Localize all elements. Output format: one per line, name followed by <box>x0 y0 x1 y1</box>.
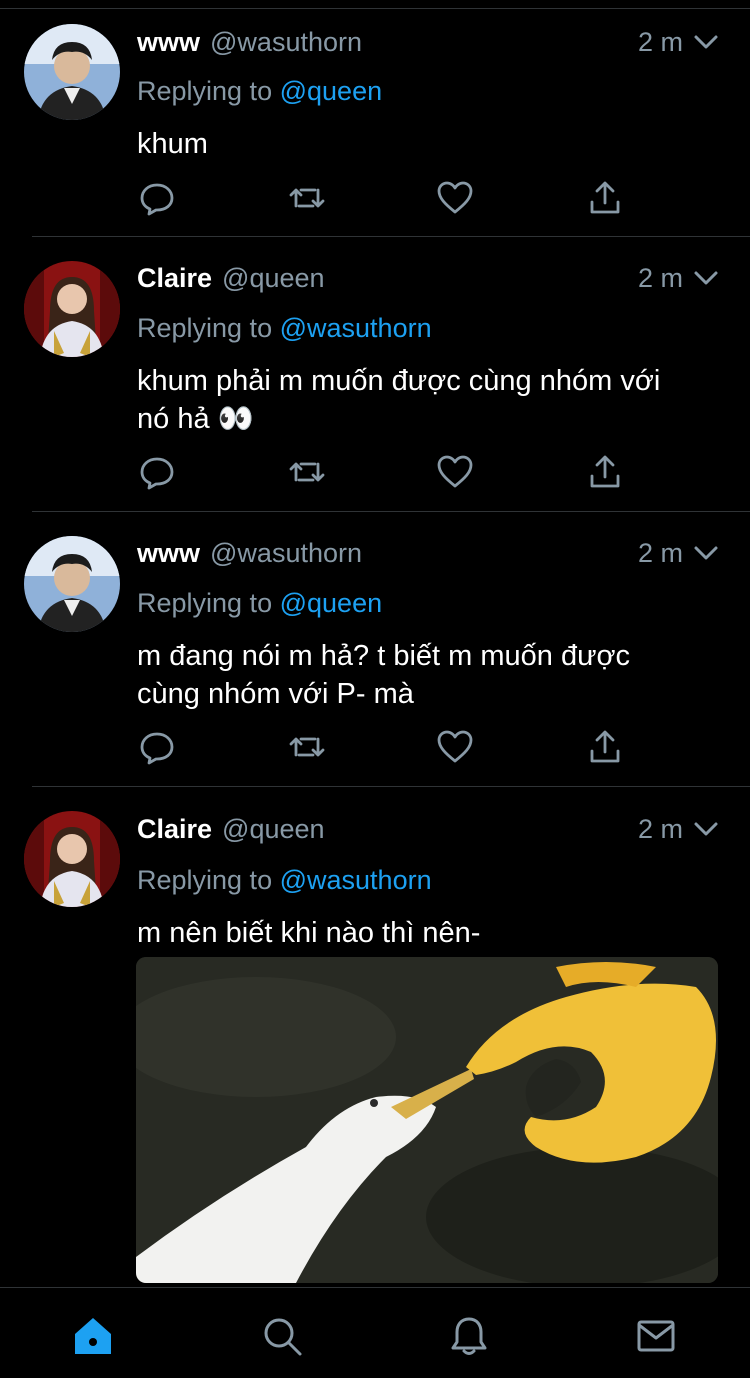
user-name[interactable]: Claire <box>137 814 212 845</box>
reply-icon[interactable] <box>137 452 177 492</box>
timestamp: 2 m <box>638 538 684 568</box>
like-icon[interactable] <box>435 727 475 767</box>
chevron-down-icon[interactable] <box>692 539 720 567</box>
share-icon[interactable] <box>585 452 625 492</box>
tweet-header: www @wasuthorn <box>137 533 362 573</box>
tweet-text-line: cùng nhóm với P- mà <box>137 678 414 710</box>
like-icon[interactable] <box>435 452 475 492</box>
avatar[interactable] <box>24 536 120 632</box>
mention-link[interactable]: @wasuthorn <box>280 865 432 895</box>
user-handle[interactable]: @queen <box>222 814 325 845</box>
retweet-icon[interactable] <box>287 452 327 492</box>
tweet-actions <box>137 452 657 492</box>
replying-to: Replying to @queen <box>137 588 382 619</box>
tweet-text-line: m đang nói m hả? t biết m muốn được <box>137 640 630 672</box>
tweet-divider <box>32 511 750 512</box>
share-icon[interactable] <box>585 727 625 767</box>
chevron-down-icon[interactable] <box>692 815 720 843</box>
replying-prefix: Replying to <box>137 313 273 343</box>
tweet-actions <box>137 727 657 767</box>
replying-prefix: Replying to <box>137 588 273 618</box>
like-icon[interactable] <box>435 178 475 218</box>
replying-prefix: Replying to <box>137 76 273 106</box>
home-icon[interactable] <box>71 1314 115 1358</box>
replying-to: Replying to @wasuthorn <box>137 313 432 344</box>
tweet-text-line: nó hả 👀 <box>137 403 254 435</box>
reply-icon[interactable] <box>137 178 177 218</box>
replying-to: Replying to @wasuthorn <box>137 865 432 896</box>
mention-link[interactable]: @queen <box>280 76 383 106</box>
replying-to: Replying to @queen <box>137 76 382 107</box>
user-name[interactable]: www <box>137 27 200 58</box>
tweet-text: khum <box>137 128 208 160</box>
tweet-divider <box>32 786 750 787</box>
tweet-text: m đang nói m hả? t biết m muốn được cùng… <box>137 637 737 713</box>
user-handle[interactable]: @wasuthorn <box>210 538 362 569</box>
tweet-divider <box>32 236 750 237</box>
tweet-text: khum phải m muốn được cùng nhóm với nó h… <box>137 362 737 438</box>
mention-link[interactable]: @wasuthorn <box>280 313 432 343</box>
search-icon[interactable] <box>260 1314 304 1358</box>
user-handle[interactable]: @queen <box>222 263 325 294</box>
tweet-text: m nên biết khi nào thì nên- <box>137 917 481 949</box>
notifications-icon[interactable] <box>447 1314 491 1358</box>
chevron-down-icon[interactable] <box>692 28 720 56</box>
tweet-header: www @wasuthorn <box>137 22 362 62</box>
reply-icon[interactable] <box>137 727 177 767</box>
timestamp: 2 m <box>638 263 684 293</box>
retweet-icon[interactable] <box>287 727 327 767</box>
user-name[interactable]: www <box>137 538 200 569</box>
messages-icon[interactable] <box>634 1314 678 1358</box>
share-icon[interactable] <box>585 178 625 218</box>
timestamp: 2 m <box>638 27 684 57</box>
replying-prefix: Replying to <box>137 865 273 895</box>
avatar[interactable] <box>24 261 120 357</box>
tweet-media-image[interactable] <box>136 957 718 1283</box>
retweet-icon[interactable] <box>287 178 327 218</box>
user-name[interactable]: Claire <box>137 263 212 294</box>
timestamp: 2 m <box>638 814 684 844</box>
avatar[interactable] <box>24 24 120 120</box>
tweet-text-line: khum phải m muốn được cùng nhóm với <box>137 365 661 397</box>
tweet-actions <box>137 178 657 218</box>
chevron-down-icon[interactable] <box>692 264 720 292</box>
bottom-tab-bar <box>0 1287 750 1378</box>
avatar[interactable] <box>24 811 120 907</box>
mention-link[interactable]: @queen <box>280 588 383 618</box>
top-divider <box>0 8 750 9</box>
tweet-header: Claire @queen <box>137 258 325 298</box>
tweet-header: Claire @queen <box>137 809 325 849</box>
user-handle[interactable]: @wasuthorn <box>210 27 362 58</box>
